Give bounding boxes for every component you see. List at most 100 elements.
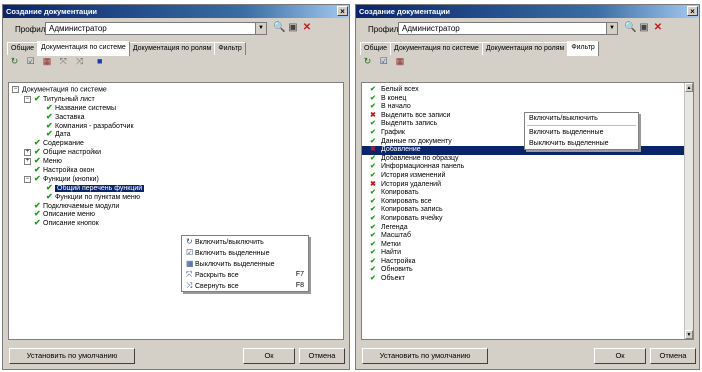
list-item[interactable]: ✔ Копировать запись (362, 206, 693, 215)
check-icon[interactable]: ✔ (34, 218, 43, 228)
tree-item[interactable]: ✔ Описание меню (12, 210, 343, 219)
list-item[interactable]: ✔ Добавление по образцу (362, 155, 693, 164)
list-item[interactable]: ✔ Объект (362, 275, 693, 284)
context-menu-item[interactable]: ⤧ Раскрыть все F7 (182, 269, 308, 280)
ok-button[interactable]: Ок (594, 348, 646, 364)
save-icon[interactable]: ▣ (638, 22, 650, 35)
list-item[interactable]: ✔ Масштаб (362, 232, 693, 241)
check-icon[interactable]: ✔ (370, 163, 381, 172)
list-item[interactable]: ✔ Копировать все (362, 198, 693, 207)
list-item[interactable]: ✔ В конец (362, 95, 693, 104)
check-selected-icon[interactable]: ☑ (25, 56, 36, 67)
uncheck-selected-icon[interactable]: ▦ (41, 56, 52, 67)
tree-panel[interactable]: − Документация по системе − ✔ Титульный лист… (8, 82, 344, 340)
chevron-down-icon[interactable]: ▼ (255, 23, 266, 34)
uncheck-selected-icon[interactable]: ▦ (394, 56, 405, 67)
search-icon[interactable]: 🔍 (273, 22, 285, 35)
context-menu-item[interactable]: Включить выделенные (525, 127, 638, 138)
expand-all-icon[interactable]: ⤧ (58, 56, 69, 67)
list-item[interactable]: ✔ Метки (362, 241, 693, 250)
expand-icon[interactable]: + (24, 148, 31, 156)
profile-select[interactable]: Администратор ▼ (45, 22, 267, 35)
list-item[interactable]: ✔ Копировать (362, 189, 693, 198)
check-icon[interactable]: ✔ (370, 129, 381, 138)
context-menu-item[interactable]: Выключить выделенные (525, 138, 638, 149)
tab-role-docs[interactable]: Документация по ролям (128, 42, 216, 55)
tree-item[interactable]: ✔ Подключаемые модули (12, 201, 343, 211)
tree-item[interactable]: ✔ Компания - разработчик (12, 121, 343, 131)
tab-general[interactable]: Общие (7, 42, 39, 55)
delete-icon[interactable]: ✕ (301, 22, 313, 35)
expand-icon[interactable]: + (24, 157, 31, 165)
tree-item[interactable]: ✔ Описание кнопок (12, 218, 343, 228)
set-default-button[interactable]: Установить по умолчанию (362, 348, 488, 364)
check-icon[interactable]: ✔ (370, 266, 381, 275)
check-icon[interactable]: ✔ (370, 120, 381, 129)
tree-item[interactable]: + ✔ Общие настройки (12, 147, 343, 157)
check-icon[interactable]: ✔ (370, 86, 381, 95)
check-icon[interactable]: ✔ (370, 95, 381, 104)
list-item[interactable]: ✔ Белый всех (362, 86, 693, 95)
tree-item[interactable]: ✔ Функции по пунктам меню (12, 192, 343, 202)
tree-item[interactable]: ✔ Содержание (12, 138, 343, 148)
set-default-button[interactable]: Установить по умолчанию (9, 348, 135, 364)
check-icon[interactable]: ✔ (370, 138, 381, 147)
tree-item[interactable]: ✔ Общий перечень функций (12, 183, 343, 193)
list-item[interactable]: ✔ Обновить (362, 266, 693, 275)
context-menu-item[interactable]: ⤨ Свернуть все F8 (182, 280, 308, 291)
context-menu-item[interactable]: ☑ Включить выделенные (182, 247, 308, 258)
chevron-down-icon[interactable]: ▼ (606, 23, 617, 34)
collapse-icon[interactable]: − (24, 95, 31, 103)
toggle-icon[interactable]: ↻ (362, 56, 373, 67)
tree-item[interactable]: − ✔ Титульный лист (12, 94, 343, 104)
collapse-icon[interactable]: − (24, 175, 31, 183)
tree-item[interactable]: ✔ Дата (12, 130, 343, 139)
close-icon[interactable]: × (337, 6, 348, 16)
collapse-icon[interactable]: − (12, 86, 19, 93)
delete-icon[interactable]: ✕ (652, 22, 664, 35)
context-menu-item[interactable]: ↻ Включить/выключить (182, 236, 308, 247)
cross-icon[interactable]: ✖ (370, 112, 381, 121)
tab-system-docs[interactable]: Документация по системе (37, 41, 130, 56)
check-icon[interactable]: ✔ (370, 249, 381, 258)
list-item[interactable]: ✔ В начало (362, 103, 693, 112)
check-icon[interactable]: ✔ (370, 232, 381, 241)
list-item[interactable]: ✔ Копировать ячейку (362, 215, 693, 224)
list-item[interactable]: ✔ Информационная панель (362, 163, 693, 172)
tree-item[interactable]: ✔ Заставка (12, 112, 343, 122)
check-icon[interactable]: ✔ (370, 224, 381, 233)
collapse-all-icon[interactable]: ⤨ (74, 56, 85, 67)
list-item[interactable]: ✔ Легенда (362, 224, 693, 233)
check-icon[interactable]: ✔ (370, 258, 381, 267)
check-icon[interactable]: ✔ (370, 103, 381, 112)
search-icon[interactable]: 🔍 (624, 22, 636, 35)
list-item[interactable]: ✔ Найти (362, 249, 693, 258)
check-icon[interactable]: ✔ (34, 174, 43, 184)
ok-button[interactable]: Ок (243, 348, 295, 364)
toggle-icon[interactable]: ↻ (9, 56, 20, 67)
tree-item[interactable]: ✔ Настройка окон (12, 165, 343, 175)
check-icon[interactable]: ✔ (370, 189, 381, 198)
check-icon[interactable]: ✔ (46, 130, 55, 139)
scroll-up-icon[interactable]: ▲ (685, 83, 693, 92)
tab-role-docs[interactable]: Документация по ролям (481, 42, 569, 55)
check-icon[interactable]: ✔ (34, 94, 43, 104)
doc-icon[interactable]: ■ (94, 56, 105, 67)
check-selected-icon[interactable]: ☑ (378, 56, 389, 67)
tab-general[interactable]: Общие (360, 42, 392, 55)
list-item[interactable]: ✔ История изменений (362, 172, 693, 181)
tab-system-docs[interactable]: Документация по системе (390, 42, 483, 55)
check-icon[interactable]: ✔ (370, 198, 381, 207)
check-icon[interactable]: ✔ (370, 206, 381, 215)
context-menu-item[interactable]: ▦Выключить выделенные (182, 258, 308, 269)
close-icon[interactable]: × (687, 6, 698, 16)
check-icon[interactable]: ✔ (370, 155, 381, 164)
tree-item[interactable]: − ✔ Функции (кнопки) (12, 174, 343, 184)
check-icon[interactable]: ✔ (370, 215, 381, 224)
cross-icon[interactable]: ✖ (370, 181, 381, 190)
check-icon[interactable]: ✔ (370, 172, 381, 181)
context-menu-item[interactable]: Включить/выключить (525, 113, 638, 124)
cancel-button[interactable]: Отмена (650, 348, 696, 364)
save-icon[interactable]: ▣ (287, 22, 299, 35)
check-icon[interactable]: ✔ (370, 275, 381, 284)
